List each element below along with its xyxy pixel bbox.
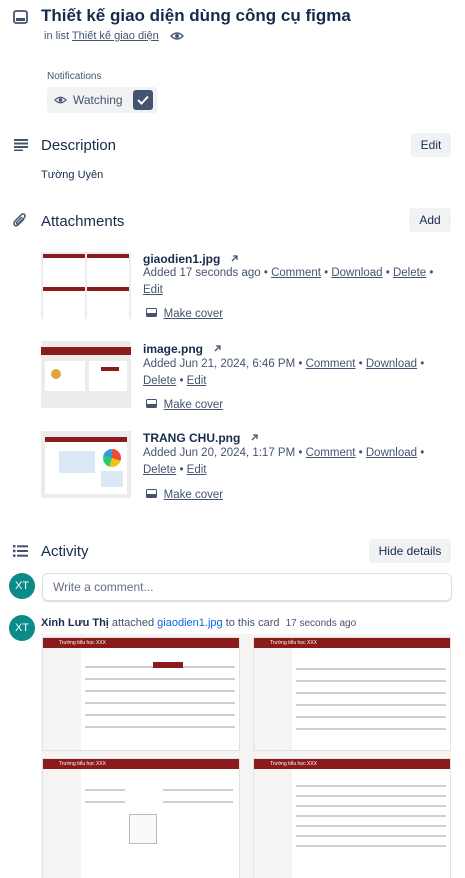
description-icon bbox=[14, 139, 28, 151]
attachment-edit-link[interactable]: Edit bbox=[187, 375, 207, 387]
preview-header-text: Trường tiểu học XXX bbox=[270, 640, 318, 646]
attachment-delete-link[interactable]: Delete bbox=[393, 267, 426, 279]
activity-user[interactable]: Xinh Lưu Thị bbox=[41, 617, 109, 629]
paperclip-icon bbox=[13, 213, 26, 227]
activity-file-link[interactable]: giaodien1.jpg bbox=[157, 617, 222, 629]
preview-screen: Trường tiểu học XXX bbox=[253, 637, 451, 751]
attachment-edit-link[interactable]: Edit bbox=[187, 464, 207, 476]
avatar[interactable]: XT bbox=[9, 615, 35, 641]
preview-screen: Trường tiểu học XXX bbox=[42, 637, 240, 751]
attachment-comment-link[interactable]: Comment bbox=[271, 267, 321, 279]
make-cover-button[interactable]: Make cover bbox=[146, 396, 223, 411]
external-link-icon[interactable] bbox=[250, 433, 259, 442]
attachment-2-title-row: image.png bbox=[143, 341, 222, 356]
make-cover-label: Make cover bbox=[163, 399, 224, 411]
preview-header-text: Trường tiểu học XXX bbox=[59, 761, 107, 767]
attachment-download-link[interactable]: Download bbox=[366, 447, 417, 459]
make-cover-label: Make cover bbox=[163, 308, 224, 320]
attachment-name[interactable]: image.png bbox=[143, 342, 203, 356]
attachment-download-link[interactable]: Download bbox=[331, 267, 382, 279]
attachment-3-meta: Added Jun 20, 2024, 1:17 PM • Comment • … bbox=[143, 447, 425, 476]
attachment-added: Added Jun 21, 2024, 6:46 PM bbox=[143, 358, 296, 370]
attachment-thumbnail[interactable] bbox=[41, 431, 131, 498]
watch-label: Watching bbox=[73, 93, 123, 107]
preview-screen: Trường tiểu học XXX bbox=[253, 758, 451, 878]
attachment-delete-link[interactable]: Delete bbox=[143, 464, 176, 476]
preview-screen: Trường tiểu học XXX bbox=[42, 758, 240, 878]
attachment-thumbnail[interactable] bbox=[41, 252, 131, 319]
preview-header-text: Trường tiểu học XXX bbox=[59, 640, 107, 646]
card-title[interactable]: Thiết kế giao diện dùng công cụ figma bbox=[41, 6, 351, 26]
attachment-added: Added 17 seconds ago bbox=[143, 267, 261, 279]
attachment-comment-link[interactable]: Comment bbox=[306, 358, 356, 370]
activity-icon bbox=[13, 545, 28, 557]
attachment-name[interactable]: TRANG CHU.png bbox=[143, 431, 240, 445]
preview-header-text: Trường tiểu học XXX bbox=[270, 761, 318, 767]
attachment-2-meta: Added Jun 21, 2024, 6:46 PM • Comment • … bbox=[143, 358, 425, 387]
make-cover-button[interactable]: Make cover bbox=[146, 486, 223, 501]
cover-icon bbox=[146, 489, 157, 498]
attachment-preview[interactable]: Trường tiểu học XXX Trường tiểu học XXX … bbox=[41, 634, 451, 878]
in-list-prefix: in list bbox=[44, 30, 70, 42]
external-link-icon[interactable] bbox=[213, 344, 222, 353]
check-icon bbox=[137, 95, 149, 105]
activity-suffix: to this card bbox=[225, 617, 280, 629]
activity-heading: Activity bbox=[41, 543, 89, 560]
attachments-heading: Attachments bbox=[41, 213, 125, 230]
notifications-heading: Notifications bbox=[47, 71, 102, 82]
avatar[interactable]: XT bbox=[9, 573, 35, 599]
cover-icon bbox=[146, 399, 157, 408]
comment-input[interactable]: Write a comment... bbox=[42, 573, 452, 601]
watching-check bbox=[133, 90, 153, 110]
description-text[interactable]: Tường Uyên bbox=[41, 169, 103, 181]
list-breadcrumb: in list Thiết kế giao diện bbox=[44, 30, 159, 42]
eye-icon bbox=[54, 96, 67, 104]
make-cover-button[interactable]: Make cover bbox=[146, 305, 223, 320]
watch-button[interactable]: Watching bbox=[47, 87, 157, 113]
attachment-1-meta: Added 17 seconds ago • Comment • Downloa… bbox=[143, 267, 434, 296]
description-heading: Description bbox=[41, 137, 117, 154]
attachment-added: Added Jun 20, 2024, 1:17 PM bbox=[143, 447, 296, 459]
description-edit-button[interactable]: Edit bbox=[411, 133, 451, 157]
activity-entry: Xinh Lưu Thị attached giaodien1.jpg to t… bbox=[41, 617, 356, 629]
add-attachment-button[interactable]: Add bbox=[409, 208, 451, 232]
card-icon bbox=[13, 10, 28, 24]
list-link[interactable]: Thiết kế giao diện bbox=[72, 30, 159, 42]
attachment-download-link[interactable]: Download bbox=[366, 358, 417, 370]
hide-details-button[interactable]: Hide details bbox=[369, 539, 451, 563]
attachment-name[interactable]: giaodien1.jpg bbox=[143, 252, 220, 266]
cover-icon bbox=[146, 308, 157, 317]
activity-time[interactable]: 17 seconds ago bbox=[286, 618, 357, 629]
external-link-icon[interactable] bbox=[230, 254, 239, 263]
eye-icon[interactable] bbox=[170, 31, 184, 41]
make-cover-label: Make cover bbox=[163, 489, 224, 501]
attachment-thumbnail[interactable] bbox=[41, 341, 131, 408]
attachment-3-title-row: TRANG CHU.png bbox=[143, 430, 259, 445]
attachment-delete-link[interactable]: Delete bbox=[143, 375, 176, 387]
attachment-edit-link[interactable]: Edit bbox=[143, 284, 163, 296]
attachment-comment-link[interactable]: Comment bbox=[306, 447, 356, 459]
activity-action: attached bbox=[111, 617, 155, 629]
comment-placeholder: Write a comment... bbox=[53, 580, 154, 594]
attachment-1-title-row: giaodien1.jpg bbox=[143, 251, 239, 266]
